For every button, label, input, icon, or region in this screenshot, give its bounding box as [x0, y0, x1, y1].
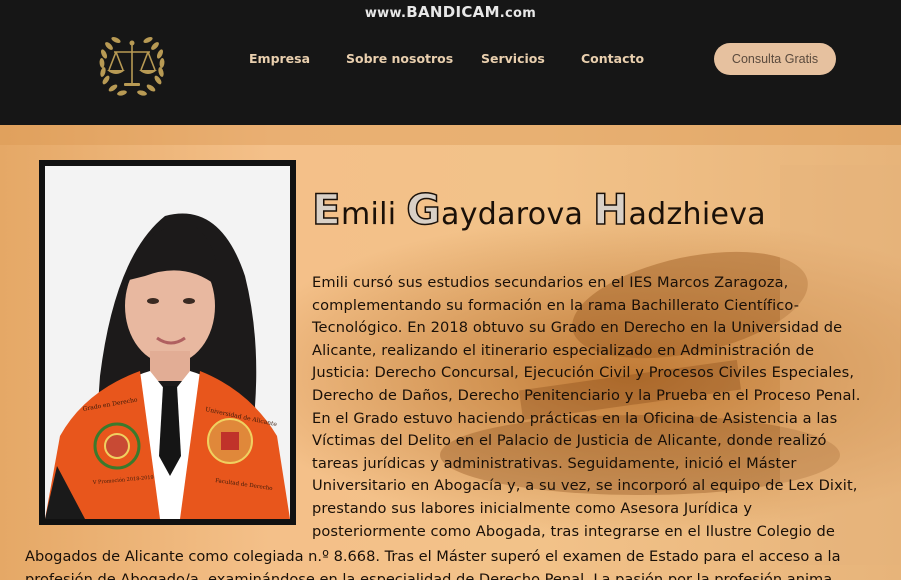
bio-line: Tecnológico. En 2018 obtuvo su Grado en …: [312, 319, 843, 337]
lawyer-portrait-photo: Grado en Derecho V Promoción 2018-2019 U…: [45, 166, 290, 519]
bio-line: Derecho de Daños, Derecho Penitenciario …: [312, 386, 861, 404]
nav-item-contacto[interactable]: Contacto: [581, 51, 644, 66]
name-initial-h: H: [592, 184, 629, 235]
watermark-brand: BANDICAM: [406, 3, 500, 21]
top-navigation-bar: www.BANDICAM.com Empresa Sobre nosotros …: [0, 0, 901, 125]
bio-line: Emili cursó sus estudios secundarios en …: [312, 274, 789, 291]
biography-text-continued: Abogados de Alicante como colegiada n.º …: [25, 546, 901, 580]
nav-item-empresa[interactable]: Empresa: [249, 51, 310, 66]
free-consultation-button[interactable]: Consulta Gratis: [714, 43, 836, 75]
scales-of-justice-logo[interactable]: [94, 28, 170, 104]
nav-item-servicios[interactable]: Servicios: [481, 51, 545, 66]
name-part-last: adzhieva: [628, 197, 766, 232]
bio-line: tareas jurídicas y administrativas. Segu…: [312, 454, 797, 472]
bio-line: Alicante, realizando el itinerario espec…: [312, 341, 815, 359]
name-initial-g: G: [406, 184, 442, 235]
lawyer-name-heading: Emili Gaydarova Hadzhieva: [311, 184, 766, 235]
biography-text: Emili cursó sus estudios secundarios en …: [312, 272, 890, 543]
bio-line: En el Grado estuvo haciendo prácticas en…: [312, 409, 838, 427]
bio-line: prestando sus labores inicialmente como …: [312, 499, 753, 517]
bio-line: posteriormente como Abogada, tras integr…: [312, 522, 835, 540]
nav-item-sobre-nosotros[interactable]: Sobre nosotros: [346, 51, 453, 66]
bio-line: profesión de Abogado/a, examinándose en …: [25, 570, 833, 580]
name-initial-e: E: [311, 184, 341, 235]
screen-recorder-watermark: www.BANDICAM.com: [0, 3, 901, 21]
bio-line: Universitario en Abogacía y, a su vez, s…: [312, 477, 858, 495]
bio-line: Víctimas del Delito en el Palacio de Jus…: [312, 432, 827, 450]
watermark-prefix: www.: [364, 6, 407, 21]
profile-hero-section: Grado en Derecho V Promoción 2018-2019 U…: [0, 125, 901, 580]
bio-line: Abogados de Alicante como colegiada n.º …: [25, 548, 841, 565]
bio-line: Justicia: Derecho Concursal, Ejecución C…: [312, 364, 855, 382]
watermark-suffix: .com: [499, 6, 537, 21]
name-part-middle: aydarova: [441, 197, 594, 232]
bio-line: complementando su formación en la rama B…: [312, 296, 800, 314]
name-part-first: mili: [341, 197, 407, 232]
